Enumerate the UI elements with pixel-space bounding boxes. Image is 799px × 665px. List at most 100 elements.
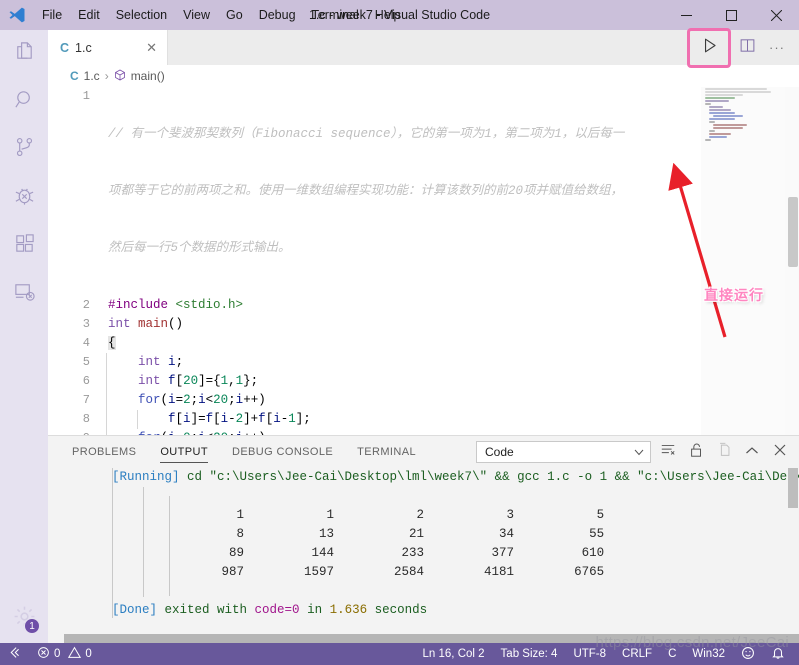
menu-debug[interactable]: Debug xyxy=(251,4,304,26)
settings-badge: 1 xyxy=(24,618,40,634)
chevron-right-icon: › xyxy=(104,69,109,83)
output-channel-value: Code xyxy=(485,445,514,459)
remote-indicator-icon xyxy=(8,646,21,662)
breadcrumb-symbol[interactable]: main() xyxy=(131,69,165,83)
code-text: int main() xyxy=(108,317,184,331)
menu-go[interactable]: Go xyxy=(218,4,251,26)
code-editor[interactable]: 1 // 有一个斐波那契数列（Fibonacci sequence），它的第一项… xyxy=(48,87,799,435)
lock-scroll-button[interactable] xyxy=(685,441,707,463)
done-text-2: in xyxy=(299,603,330,617)
output-scrollbar-thumb[interactable] xyxy=(788,468,798,508)
code-line: 6 int f[20]={1,1}; xyxy=(48,372,799,391)
chevron-down-icon xyxy=(634,445,644,459)
close-button[interactable] xyxy=(754,0,799,30)
sidebar-item-extensions[interactable] xyxy=(0,222,48,270)
problems-status[interactable]: 0 0 xyxy=(29,643,100,665)
manage-settings-button[interactable]: 1 xyxy=(0,595,48,643)
line-number: 5 xyxy=(82,355,90,369)
code-text: // 有一个斐波那契数列（Fibonacci sequence），它的第一项为1… xyxy=(104,87,799,296)
line-number: 3 xyxy=(82,317,90,331)
code-text: int f[20]={1,1}; xyxy=(104,372,799,391)
output-fib-row: 89 144 233 377 610 xyxy=(169,546,605,560)
maximize-button[interactable] xyxy=(709,0,754,30)
tab-size[interactable]: Tab Size: 4 xyxy=(493,643,566,665)
panel-tab-debug-console[interactable]: DEBUG CONSOLE xyxy=(224,436,341,468)
code-lines: 1 // 有一个斐波那契数列（Fibonacci sequence），它的第一项… xyxy=(48,87,799,435)
platform[interactable]: Win32 xyxy=(684,643,733,665)
output-blank-line-2 xyxy=(48,582,799,601)
code-text: for(i=2;i<20;i++) xyxy=(104,391,799,410)
bottom-panel: PROBLEMS OUTPUT DEBUG CONSOLE TERMINAL C… xyxy=(48,435,799,644)
more-actions-button[interactable]: ··· xyxy=(763,34,791,62)
menu-file[interactable]: File xyxy=(34,4,70,26)
sidebar-item-run-debug[interactable] xyxy=(0,174,48,222)
split-editor-icon xyxy=(739,37,756,59)
status-right: Ln 16, Col 2 Tab Size: 4 UTF-8 CRLF C Wi… xyxy=(415,643,793,665)
clear-output-button[interactable] xyxy=(657,441,679,463)
code-line: 4 { xyxy=(48,334,799,353)
comment-row-3: 然后每一行5个数据的形式输出。 xyxy=(108,241,291,255)
editor-tab-bar: C 1.c ✕ ··· xyxy=(48,27,799,68)
run-triangle-icon[interactable] xyxy=(700,36,719,60)
menu-selection[interactable]: Selection xyxy=(108,4,175,26)
collapse-panel-button[interactable] xyxy=(741,441,763,463)
annotation-label: 直接运行 xyxy=(704,288,764,304)
running-tag: [Running] xyxy=(112,470,180,484)
eol[interactable]: CRLF xyxy=(614,643,660,665)
editor-scrollbar-thumb[interactable] xyxy=(788,197,798,267)
output-guide-1 xyxy=(112,468,113,618)
menu-help[interactable]: Help xyxy=(367,4,409,26)
done-text-3: seconds xyxy=(367,603,428,617)
code-text: int i; xyxy=(104,353,799,372)
output-scrollbar[interactable] xyxy=(785,468,799,644)
status-left: 0 0 xyxy=(0,643,100,665)
output-done-line: [Done] exited with code=0 in 1.636 secon… xyxy=(48,601,799,620)
comment-row-1: // 有一个斐波那契数列（Fibonacci sequence），它的第一项为1… xyxy=(108,127,625,141)
output-running-line: [Running] cd "c:\Users\Jee-Cai\Desktop\l… xyxy=(48,468,799,487)
output-content[interactable]: [Running] cd "c:\Users\Jee-Cai\Desktop\l… xyxy=(48,468,799,644)
code-text: f[i]=f[i-2]+f[i-1]; xyxy=(104,410,799,429)
sidebar-item-search[interactable] xyxy=(0,78,48,126)
menu-terminal[interactable]: Terminal xyxy=(304,4,367,26)
output-fib-row: 8 13 21 34 55 xyxy=(169,527,605,541)
notifications-button[interactable] xyxy=(763,643,793,665)
code-line: 5 int i; xyxy=(48,353,799,372)
menu-edit[interactable]: Edit xyxy=(70,4,108,26)
line-number: 8 xyxy=(82,412,90,426)
breadcrumb: C 1.c › main() xyxy=(48,65,799,87)
breadcrumb-file[interactable]: 1.c xyxy=(84,69,100,83)
sidebar-item-explorer[interactable] xyxy=(0,30,48,78)
split-editor-button[interactable] xyxy=(733,34,761,62)
encoding[interactable]: UTF-8 xyxy=(565,643,614,665)
panel-tab-output[interactable]: OUTPUT xyxy=(152,436,216,468)
language-mode[interactable]: C xyxy=(660,643,684,665)
panel-tab-terminal[interactable]: TERMINAL xyxy=(349,436,424,468)
minimize-button[interactable] xyxy=(664,0,709,30)
minimap[interactable] xyxy=(701,87,785,435)
sidebar-item-remote-explorer[interactable] xyxy=(0,270,48,318)
open-new-window-button[interactable] xyxy=(713,441,735,463)
output-blank-line xyxy=(48,487,799,506)
close-panel-button[interactable] xyxy=(769,441,791,463)
source-control-icon xyxy=(13,136,36,164)
running-command: cd "c:\Users\Jee-Cai\Desktop\lml\week7\"… xyxy=(179,470,799,484)
output-guide-3 xyxy=(169,496,170,596)
feedback-button[interactable] xyxy=(733,643,763,665)
new-window-icon xyxy=(717,442,732,463)
editor-tab-1c[interactable]: C 1.c ✕ xyxy=(48,30,168,65)
line-number: 1 xyxy=(82,89,90,103)
menu-view[interactable]: View xyxy=(175,4,218,26)
sidebar-item-source-control[interactable] xyxy=(0,126,48,174)
bell-icon xyxy=(771,646,785,663)
output-channel-select[interactable]: Code xyxy=(476,441,651,463)
title-bar: File Edit Selection View Go Debug Termin… xyxy=(0,0,799,30)
vscode-logo-icon xyxy=(0,0,34,30)
warning-count: 0 xyxy=(85,648,92,660)
panel-tab-problems[interactable]: PROBLEMS xyxy=(64,436,144,468)
cursor-position[interactable]: Ln 16, Col 2 xyxy=(415,643,493,665)
menu-bar: File Edit Selection View Go Debug Termin… xyxy=(34,4,409,26)
symbol-cube-icon xyxy=(114,69,126,84)
close-icon[interactable]: ✕ xyxy=(132,40,157,56)
remote-indicator[interactable] xyxy=(0,643,29,665)
editor-scrollbar[interactable] xyxy=(785,87,799,435)
